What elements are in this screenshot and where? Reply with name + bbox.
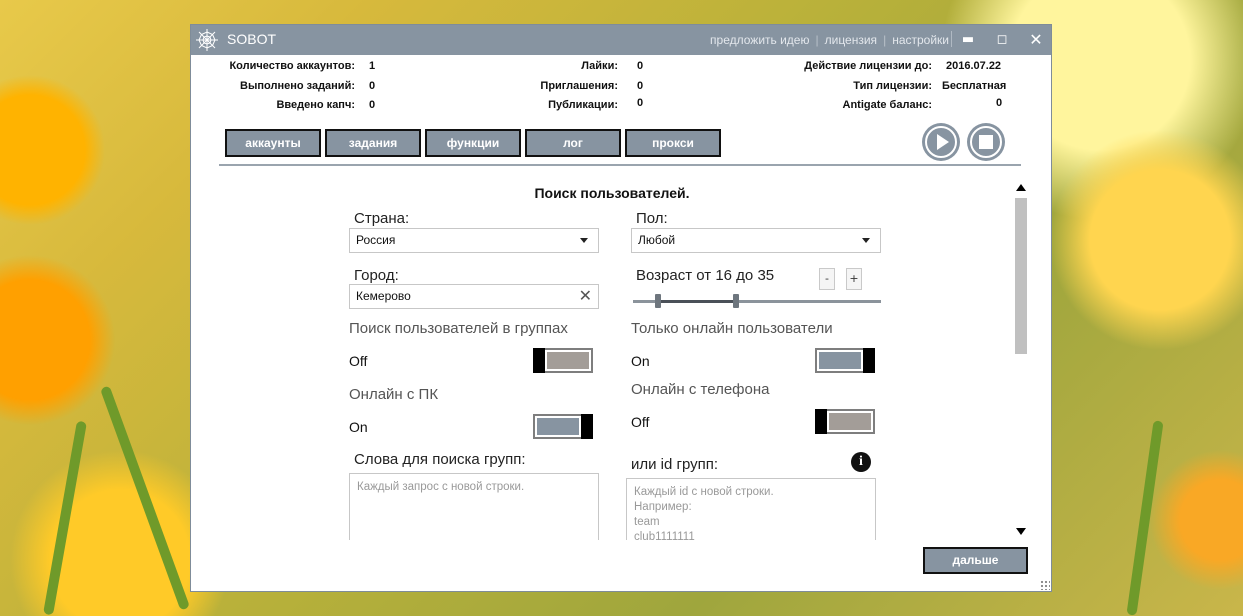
- maximize-button[interactable]: ◻: [991, 29, 1013, 51]
- gender-label: Пол:: [636, 210, 668, 227]
- age-range-slider[interactable]: [633, 293, 881, 309]
- scroll-down-arrow-icon[interactable]: [1016, 528, 1026, 535]
- title-bar[interactable]: SOBOT предложить идею | лицензия | настройки…: [191, 25, 1051, 55]
- online-pc-toggle[interactable]: [533, 414, 593, 439]
- online-phone-toggle[interactable]: [815, 409, 875, 434]
- antigate-label: Antigate баланс:: [842, 99, 933, 111]
- online-phone-label: Онлайн с телефона: [631, 381, 770, 398]
- online-phone-state: Off: [631, 414, 650, 430]
- country-label: Страна:: [354, 210, 410, 227]
- chevron-down-icon: [862, 238, 870, 243]
- toggle-knob: [863, 348, 875, 373]
- online-pc-state: On: [349, 419, 368, 435]
- gender-value: Любой: [638, 233, 676, 247]
- tab-tasks[interactable]: задания: [325, 129, 421, 157]
- captcha-value: 0: [369, 99, 376, 111]
- group-words-textarea[interactable]: Каждый запрос с новой строки.: [349, 473, 599, 540]
- country-value: Россия: [356, 233, 396, 247]
- gender-select[interactable]: Любой: [631, 228, 881, 253]
- background-stem: [43, 420, 87, 616]
- info-icon[interactable]: i: [851, 452, 871, 472]
- link-separator: |: [883, 33, 887, 47]
- tab-functions[interactable]: функции: [425, 129, 521, 157]
- minimize-button[interactable]: ▬: [957, 29, 979, 51]
- toggle-knob: [581, 414, 593, 439]
- antigate-value: 0: [996, 97, 1003, 109]
- license-link[interactable]: лицензия: [825, 33, 877, 47]
- toggle-fill: [819, 352, 861, 369]
- search-form: Поиск пользователей. Страна: Россия Пол:…: [219, 168, 1005, 540]
- group-ids-label: или id групп:: [631, 456, 719, 473]
- posts-value: 0: [637, 97, 644, 109]
- app-window: SOBOT предложить идею | лицензия | настройки…: [190, 24, 1052, 592]
- captcha-label: Введено капч:: [276, 99, 355, 111]
- close-button[interactable]: ✕: [1025, 29, 1047, 51]
- online-only-label: Только онлайн пользователи: [631, 320, 833, 337]
- next-button[interactable]: дальше: [923, 547, 1028, 574]
- likes-label: Лайки:: [581, 60, 618, 72]
- toggle-knob: [533, 348, 545, 373]
- toggle-fill: [829, 413, 871, 430]
- group-search-label: Поиск пользователей в группах: [349, 320, 568, 337]
- accounts-label: Количество аккаунтов:: [229, 60, 355, 72]
- suggest-idea-link[interactable]: предложить идею: [710, 33, 809, 47]
- tasks-done-value: 0: [369, 80, 376, 92]
- title-separator: [951, 31, 952, 47]
- group-ids-textarea[interactable]: Каждый id с новой строки. Например: team…: [626, 478, 876, 540]
- city-label: Город:: [354, 267, 399, 284]
- group-search-state: Off: [349, 353, 368, 369]
- title-links: предложить идею | лицензия | настройки: [710, 33, 949, 47]
- tasks-done-label: Выполнено заданий:: [240, 80, 355, 92]
- slider-thumb-to[interactable]: [733, 294, 740, 308]
- link-separator: |: [815, 33, 819, 47]
- stats-panel: Количество аккаунтов: 1 Выполнено задани…: [191, 59, 1051, 115]
- license-until-label: Действие лицензии до:: [804, 60, 932, 72]
- invites-value: 0: [637, 80, 644, 92]
- toggle-fill: [537, 418, 579, 435]
- license-until-value: 2016.07.22: [946, 60, 1002, 72]
- background-stem: [1126, 420, 1164, 616]
- license-type-value: Бесплатная: [942, 80, 1007, 92]
- spider-web-icon: [196, 29, 218, 51]
- group-search-toggle[interactable]: [533, 348, 593, 373]
- online-only-state: On: [631, 353, 650, 369]
- age-decrease-button[interactable]: -: [819, 268, 835, 290]
- city-input[interactable]: Кемерово ✕: [349, 284, 599, 309]
- slider-range: [657, 300, 737, 303]
- tab-proxy[interactable]: прокси: [625, 129, 721, 157]
- age-label: Возраст от 16 до 35: [636, 267, 775, 284]
- online-only-toggle[interactable]: [815, 348, 875, 373]
- tab-accounts[interactable]: аккаунты: [225, 129, 321, 157]
- play-icon: [925, 126, 957, 158]
- country-select[interactable]: Россия: [349, 228, 599, 253]
- stop-button[interactable]: [967, 123, 1005, 161]
- online-pc-label: Онлайн с ПК: [349, 386, 439, 403]
- city-value: Кемерово: [356, 289, 411, 303]
- resize-grip[interactable]: [1040, 580, 1050, 590]
- posts-label: Публикации:: [548, 99, 618, 111]
- license-type-label: Тип лицензии:: [853, 80, 932, 92]
- scroll-up-arrow-icon[interactable]: [1016, 184, 1026, 191]
- chevron-down-icon: [580, 238, 588, 243]
- toggle-knob: [815, 409, 827, 434]
- background-stem: [99, 385, 191, 611]
- clear-icon[interactable]: ✕: [579, 287, 592, 307]
- form-title: Поиск пользователей.: [534, 185, 690, 201]
- invites-label: Приглашения:: [540, 80, 618, 92]
- accounts-value: 1: [369, 60, 376, 72]
- group-words-label: Слова для поиска групп:: [354, 451, 526, 468]
- scroll-thumb[interactable]: [1015, 198, 1027, 354]
- toggle-fill: [547, 352, 589, 369]
- tab-log[interactable]: лог: [525, 129, 621, 157]
- settings-link[interactable]: настройки: [892, 33, 949, 47]
- slider-thumb-from[interactable]: [654, 294, 661, 308]
- play-button[interactable]: [922, 123, 960, 161]
- scrollbar[interactable]: [1013, 182, 1029, 538]
- app-title: SOBOT: [227, 31, 277, 47]
- age-increase-button[interactable]: +: [846, 268, 862, 290]
- divider: [219, 164, 1021, 166]
- stop-icon: [970, 126, 1002, 158]
- likes-value: 0: [637, 60, 644, 72]
